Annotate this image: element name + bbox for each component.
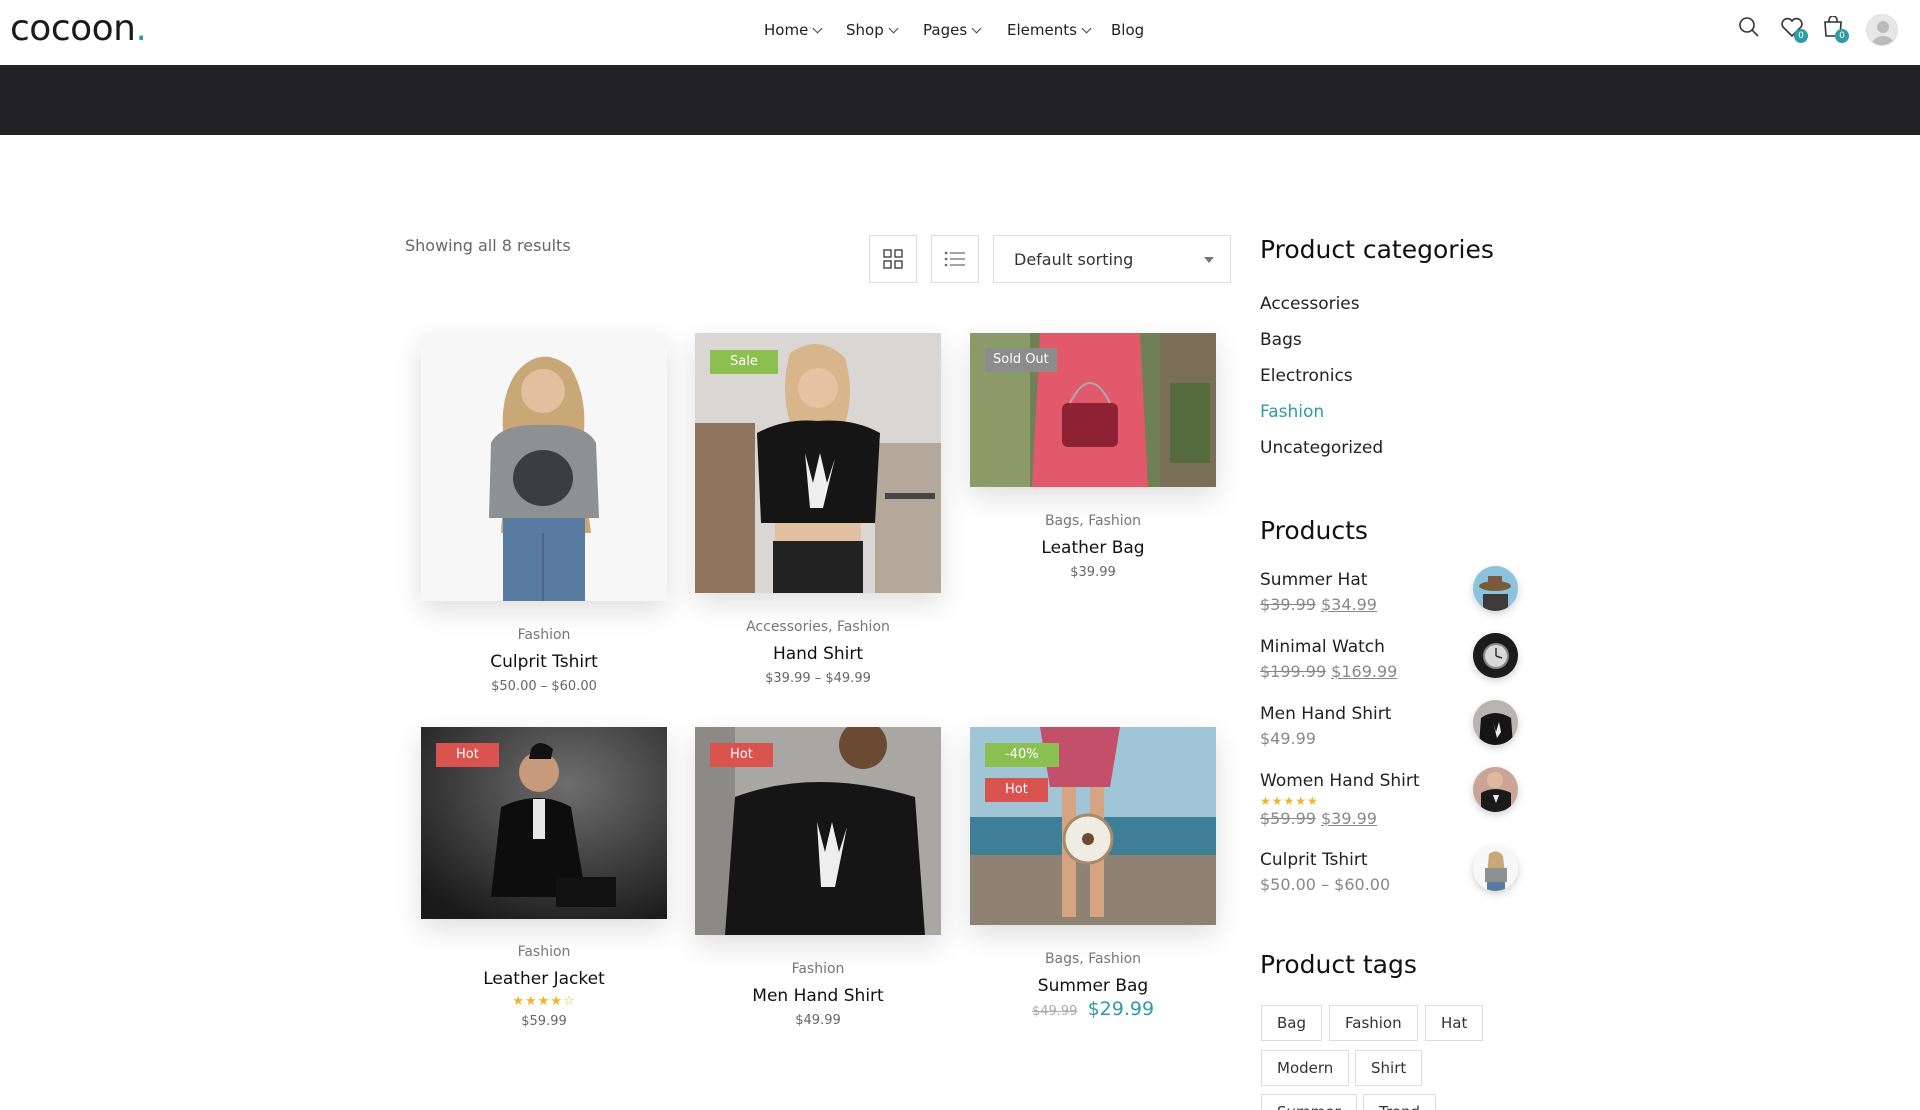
product-meta: Bags, Fashion Leather Bag $39.99 (970, 511, 1216, 582)
widget-product[interactable]: Summer Hat $39.99 $34.99 (1260, 566, 1518, 629)
nav-shop[interactable]: Shop (846, 20, 899, 40)
product-category[interactable]: Fashion (421, 942, 667, 962)
widget-product[interactable]: Women Hand Shirt ★★★★★ $59.99 $39.99 (1260, 767, 1518, 840)
discount-badge: -40% (985, 743, 1059, 767)
hot-badge: Hot (710, 743, 773, 767)
cart-count-badge: 0 (1835, 29, 1849, 43)
nav-elements[interactable]: Elements (1007, 20, 1092, 40)
product-category[interactable]: Bags, Fashion (970, 511, 1216, 531)
grid-view-button[interactable] (869, 235, 917, 283)
grid-icon (883, 249, 903, 269)
widget-product[interactable]: Minimal Watch $199.99 $169.99 (1260, 633, 1518, 696)
product-image[interactable]: Sale (695, 333, 941, 593)
tag-modern[interactable]: Modern (1261, 1050, 1350, 1086)
site-header: cocoon. Home Shop Pages Elements Blog 0 … (0, 0, 1920, 65)
category-link-bags[interactable]: Bags (1260, 329, 1302, 351)
category-link-uncategorized[interactable]: Uncategorized (1260, 437, 1383, 459)
products-widget-title: Products (1260, 516, 1368, 545)
product-price: $59.99 (521, 1014, 567, 1029)
product-price: $49.99 $29.99 (970, 1000, 1216, 1021)
product-title[interactable]: Leather Bag (970, 537, 1216, 559)
product-category[interactable]: Bags, Fashion (970, 949, 1216, 969)
widget-product-price: $59.99 $39.99 (1260, 809, 1377, 828)
cart-icon[interactable]: 0 (1822, 15, 1849, 43)
product-title[interactable]: Summer Bag (970, 975, 1216, 997)
product-price: $50.00 – $60.00 (491, 679, 597, 694)
page-banner (0, 65, 1920, 135)
list-view-button[interactable] (931, 235, 979, 283)
avatar[interactable] (1866, 14, 1898, 46)
product-category[interactable]: Fashion (421, 625, 667, 645)
caret-down-icon (1204, 257, 1214, 263)
category-link-electronics[interactable]: Electronics (1260, 365, 1353, 387)
product-price: $49.99 (795, 1013, 841, 1028)
product-title[interactable]: Leather Jacket (421, 968, 667, 990)
product-image[interactable]: Hot (421, 727, 667, 919)
product-title[interactable]: Culprit Tshirt (421, 651, 667, 673)
widget-product-thumb[interactable] (1473, 846, 1518, 891)
categories-title: Product categories (1260, 235, 1494, 264)
product-meta: Bags, Fashion Summer Bag $49.99 $29.99 (970, 949, 1216, 1021)
sort-select[interactable]: Default sorting (993, 235, 1231, 283)
product-image[interactable]: Hot (695, 727, 941, 935)
product-title[interactable]: Hand Shirt (695, 643, 941, 665)
sold-out-badge: Sold Out (985, 348, 1057, 372)
product-category[interactable]: Fashion (695, 959, 941, 979)
list-icon (944, 251, 965, 267)
tag-summer[interactable]: Summer (1261, 1094, 1357, 1110)
product-image[interactable] (421, 333, 667, 601)
nav-pages[interactable]: Pages (923, 20, 982, 40)
tag-fashion[interactable]: Fashion (1329, 1005, 1418, 1041)
widget-product-thumb[interactable] (1473, 566, 1518, 611)
widget-product[interactable]: Men Hand Shirt $49.99 (1260, 700, 1518, 763)
product-image[interactable]: -40% Hot (970, 727, 1216, 925)
result-count: Showing all 8 results (405, 236, 571, 255)
product-image[interactable]: Sold Out (970, 333, 1216, 487)
wishlist-icon[interactable]: 0 (1780, 16, 1808, 43)
product-price-old: $49.99 (1031, 1004, 1078, 1019)
product-title[interactable]: Men Hand Shirt (695, 985, 941, 1007)
product-meta: Accessories, Fashion Hand Shirt $39.99 –… (695, 617, 941, 688)
chevron-down-icon (971, 23, 982, 34)
widget-product[interactable]: Culprit Tshirt $50.00 – $60.00 (1260, 846, 1518, 909)
product-rating: ★★★★☆ (512, 994, 576, 1009)
product-price: $39.99 – $49.99 (765, 671, 871, 686)
sale-badge: Sale (710, 350, 778, 374)
product-meta: Fashion Culprit Tshirt $50.00 – $60.00 (421, 625, 667, 696)
nav-home[interactable]: Home (764, 20, 823, 40)
widget-product-thumb[interactable] (1473, 633, 1518, 678)
tag-bag[interactable]: Bag (1261, 1005, 1323, 1041)
tag-trend[interactable]: Trend (1363, 1094, 1437, 1110)
widget-product-thumb[interactable] (1473, 700, 1518, 745)
product-meta: Fashion Men Hand Shirt $49.99 (695, 959, 941, 1030)
chevron-down-icon (812, 23, 823, 34)
product-meta: Fashion Leather Jacket ★★★★☆ $59.99 (421, 942, 667, 1031)
hot-badge: Hot (436, 743, 499, 767)
tag-hat[interactable]: Hat (1425, 1005, 1484, 1041)
wishlist-count-badge: 0 (1794, 29, 1808, 43)
nav-blog[interactable]: Blog (1111, 20, 1144, 40)
hot-badge: Hot (985, 778, 1048, 802)
sort-select-value: Default sorting (1014, 250, 1134, 269)
widget-product-thumb[interactable] (1473, 767, 1518, 812)
product-price: $39.99 (1070, 565, 1116, 580)
product-category[interactable]: Accessories, Fashion (695, 617, 941, 637)
tags-title: Product tags (1260, 950, 1417, 979)
tag-shirt[interactable]: Shirt (1355, 1050, 1423, 1086)
chevron-down-icon (888, 23, 899, 34)
category-link-accessories[interactable]: Accessories (1260, 293, 1360, 315)
product-price-new: $29.99 (1087, 998, 1155, 1020)
category-link-fashion[interactable]: Fashion (1260, 401, 1324, 423)
main-nav: Home Shop Pages Elements Blog (0, 0, 1920, 65)
search-icon[interactable] (1738, 16, 1762, 40)
chevron-down-icon (1081, 23, 1092, 34)
